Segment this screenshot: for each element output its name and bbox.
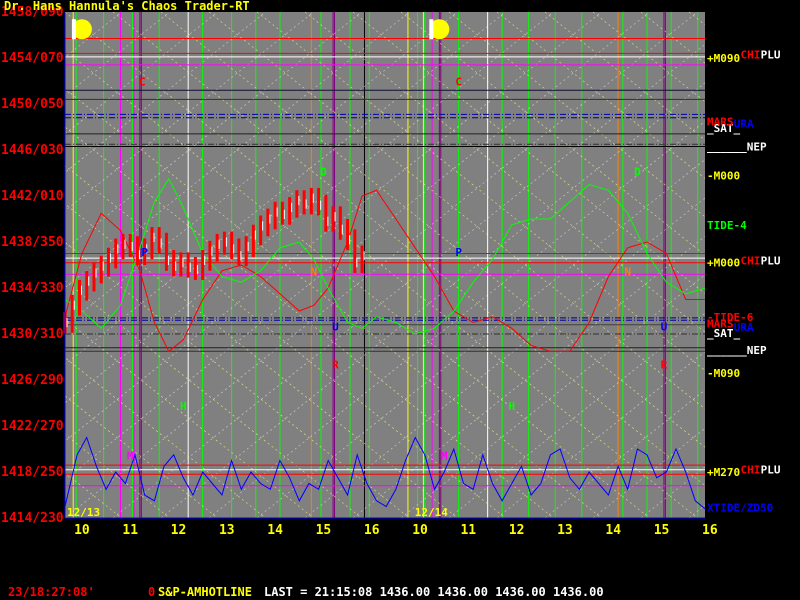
right-label: +M270 xyxy=(707,466,740,479)
right-label: PLU xyxy=(761,464,781,477)
planet-marker: M xyxy=(441,449,448,462)
diagonal-line xyxy=(785,12,800,518)
moon-icon-shade xyxy=(71,19,76,40)
status-flag: 0 xyxy=(148,585,156,599)
right-label: -M000 xyxy=(707,169,740,182)
right-label: CHI xyxy=(741,464,761,477)
planet-marker: H xyxy=(508,400,515,413)
x-tick-label: 15 xyxy=(316,523,332,538)
moon-icon-shade xyxy=(429,19,434,40)
right-label: MARS xyxy=(707,115,734,128)
planet-marker: C xyxy=(455,76,462,89)
x-tick-label: 16 xyxy=(364,523,380,538)
right-side-labels: +M090 CHI PLU_SAT_MARS URA______NEP-M000TID… xyxy=(707,49,781,515)
planet-marker: U xyxy=(332,321,339,334)
y-tick-label: 1450/050 xyxy=(1,97,64,112)
x-tick-label: 13 xyxy=(557,523,573,538)
right-label: ______NEP xyxy=(707,344,767,357)
x-axis-labels: 10 11 12 13 14 15 16 10 11 12 13 14 15 16 xyxy=(74,523,718,538)
planet-marker: P xyxy=(455,246,462,259)
plot-area xyxy=(65,12,705,518)
y-tick-label: 1438/350 xyxy=(1,235,64,250)
x-tick-label: 13 xyxy=(219,523,235,538)
planet-marker: N xyxy=(624,265,631,278)
y-axis-labels: 1458/0901454/0701450/0501446/0301442/010… xyxy=(1,5,64,526)
right-label: CHI xyxy=(741,49,761,62)
y-tick-label: 1442/010 xyxy=(1,189,64,204)
clock-readout: 23/18:27:08' xyxy=(8,585,95,599)
right-label: _SAT_ xyxy=(707,327,740,340)
planet-marker: C xyxy=(139,76,146,89)
right-label: XTIDE/ZD50 xyxy=(707,502,773,515)
planet-marker: U xyxy=(661,321,668,334)
right-label: PLU xyxy=(761,254,781,267)
chaos-trader-window: CDPNURHMCDPNURHM 1458/090 1454/070 1450/05… xyxy=(0,0,800,600)
x-tick-label: 16 xyxy=(702,523,718,538)
x-tick-label: 15 xyxy=(654,523,670,538)
right-label: ______NEP xyxy=(707,141,767,154)
planet-marker: N xyxy=(310,265,317,278)
x-tick-label: 12 xyxy=(171,523,187,538)
diagonal-line xyxy=(785,12,800,518)
x-tick-label: 11 xyxy=(460,523,476,538)
right-label: -M090 xyxy=(707,367,740,380)
status-bar: 23/18:27:08' 0 S&P-AMHOTLINE LAST = 21:1… xyxy=(0,580,800,600)
y-tick-label: 1426/290 xyxy=(1,373,64,388)
y-tick-label: 1446/030 xyxy=(1,143,64,158)
right-label: +M090 xyxy=(707,52,740,65)
x-tick-label: 14 xyxy=(267,523,283,538)
right-label: +M000 xyxy=(707,257,740,270)
y-tick-label: 1434/330 xyxy=(1,281,64,296)
symbol-label: S&P-AMHOTLINE xyxy=(158,585,252,599)
chart-canvas: CDPNURHMCDPNURHM 1458/0901454/0701450/05… xyxy=(1,0,800,538)
x-tick-label: 11 xyxy=(122,523,138,538)
last-quote: LAST = 21:15:08 1436.00 1436.00 1436.00 … xyxy=(264,585,604,599)
y-tick-label: 1430/310 xyxy=(1,327,64,342)
planet-marker: R xyxy=(661,359,668,372)
y-tick-label: 1454/070 xyxy=(1,51,64,66)
y-tick-label: 1414/230 xyxy=(1,511,64,526)
y-tick-label: 1422/270 xyxy=(1,419,64,434)
planet-marker: P xyxy=(141,246,148,259)
x-tick-label: 12 xyxy=(509,523,525,538)
planet-marker: D xyxy=(634,165,641,178)
date-label: 12/14 xyxy=(415,506,448,519)
x-tick-label: 10 xyxy=(74,523,90,538)
y-tick-label: 1418/250 xyxy=(1,465,64,480)
right-label: CHI xyxy=(741,254,761,267)
x-tick-label: 10 xyxy=(412,523,428,538)
right-label: URA xyxy=(734,118,754,131)
planet-marker: H xyxy=(180,400,187,413)
planet-marker: D xyxy=(320,165,327,178)
right-label: PLU xyxy=(761,49,781,62)
x-tick-label: 14 xyxy=(605,523,621,538)
planet-marker: R xyxy=(332,359,339,372)
planet-marker: M xyxy=(127,449,134,462)
right-label: TIDE-4 xyxy=(707,219,747,232)
app-title: Dr. Hans Hannula's Chaos Trader-RT xyxy=(4,0,250,13)
date-label: 12/13 xyxy=(67,506,100,519)
